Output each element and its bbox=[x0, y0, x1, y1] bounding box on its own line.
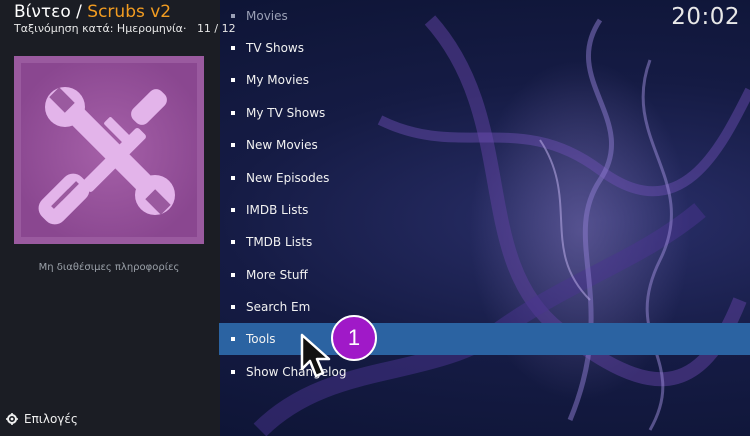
separator-dot: · bbox=[182, 22, 187, 35]
bullet-icon bbox=[231, 14, 235, 18]
breadcrumb-separator: / bbox=[76, 2, 82, 22]
options-label: Επιλογές bbox=[24, 412, 78, 426]
bullet-icon bbox=[231, 208, 235, 212]
step-number-badge: 1 bbox=[331, 315, 377, 361]
menu-item-label: My TV Shows bbox=[246, 106, 326, 120]
menu-item-search-em[interactable]: Search Em bbox=[219, 291, 750, 323]
menu-item-label: New Episodes bbox=[246, 171, 330, 185]
options-button[interactable]: Επιλογές bbox=[6, 412, 78, 426]
breadcrumb-current: Scrubs v2 bbox=[87, 2, 172, 22]
bullet-icon bbox=[231, 143, 235, 147]
menu-item-label: TMDB Lists bbox=[246, 235, 313, 249]
sort-label: Ταξινόμηση κατά: Ημερομηνία bbox=[14, 22, 183, 35]
menu-item-label: Tools bbox=[246, 332, 276, 346]
tools-icon bbox=[38, 87, 175, 225]
breadcrumb: Βίντεο / Scrubs v2 bbox=[14, 2, 171, 22]
gear-icon bbox=[6, 413, 18, 425]
menu-item-new-movies[interactable]: New Movies bbox=[219, 129, 750, 161]
menu-item-my-tv-shows[interactable]: My TV Shows bbox=[219, 97, 750, 129]
bullet-icon bbox=[231, 273, 235, 277]
menu-item-label: Search Em bbox=[246, 300, 311, 314]
breadcrumb-root: Βίντεο bbox=[14, 2, 71, 22]
thumbnail bbox=[14, 56, 204, 244]
bullet-icon bbox=[231, 78, 235, 82]
menu-item-more-stuff[interactable]: More Stuff bbox=[219, 259, 750, 291]
menu-item-label: IMDB Lists bbox=[246, 203, 309, 217]
bullet-icon bbox=[231, 337, 235, 341]
bullet-icon bbox=[231, 370, 235, 374]
menu-item-label: My Movies bbox=[246, 73, 310, 87]
bullet-icon bbox=[231, 305, 235, 309]
no-info-text: Μη διαθέσιμες πληροφορίες bbox=[38, 262, 180, 273]
bullet-icon bbox=[231, 111, 235, 115]
menu-item-tmdb-lists[interactable]: TMDB Lists bbox=[219, 226, 750, 258]
sort-info: Ταξινόμηση κατά: Ημερομηνία · 11 / 12 bbox=[14, 22, 236, 35]
menu-item-movies[interactable]: Movies bbox=[219, 0, 750, 32]
bullet-icon bbox=[231, 176, 235, 180]
mouse-pointer-icon bbox=[300, 333, 331, 378]
menu-item-tv-shows[interactable]: TV Shows bbox=[219, 32, 750, 64]
bullet-icon bbox=[231, 46, 235, 50]
menu-item-new-episodes[interactable]: New Episodes bbox=[219, 162, 750, 194]
menu-item-label: New Movies bbox=[246, 138, 318, 152]
menu-item-imdb-lists[interactable]: IMDB Lists bbox=[219, 194, 750, 226]
menu-item-label: TV Shows bbox=[246, 41, 304, 55]
bullet-icon bbox=[231, 240, 235, 244]
menu-item-label: Movies bbox=[246, 9, 288, 23]
menu-item-label: More Stuff bbox=[246, 268, 308, 282]
menu-item-my-movies[interactable]: My Movies bbox=[219, 64, 750, 96]
